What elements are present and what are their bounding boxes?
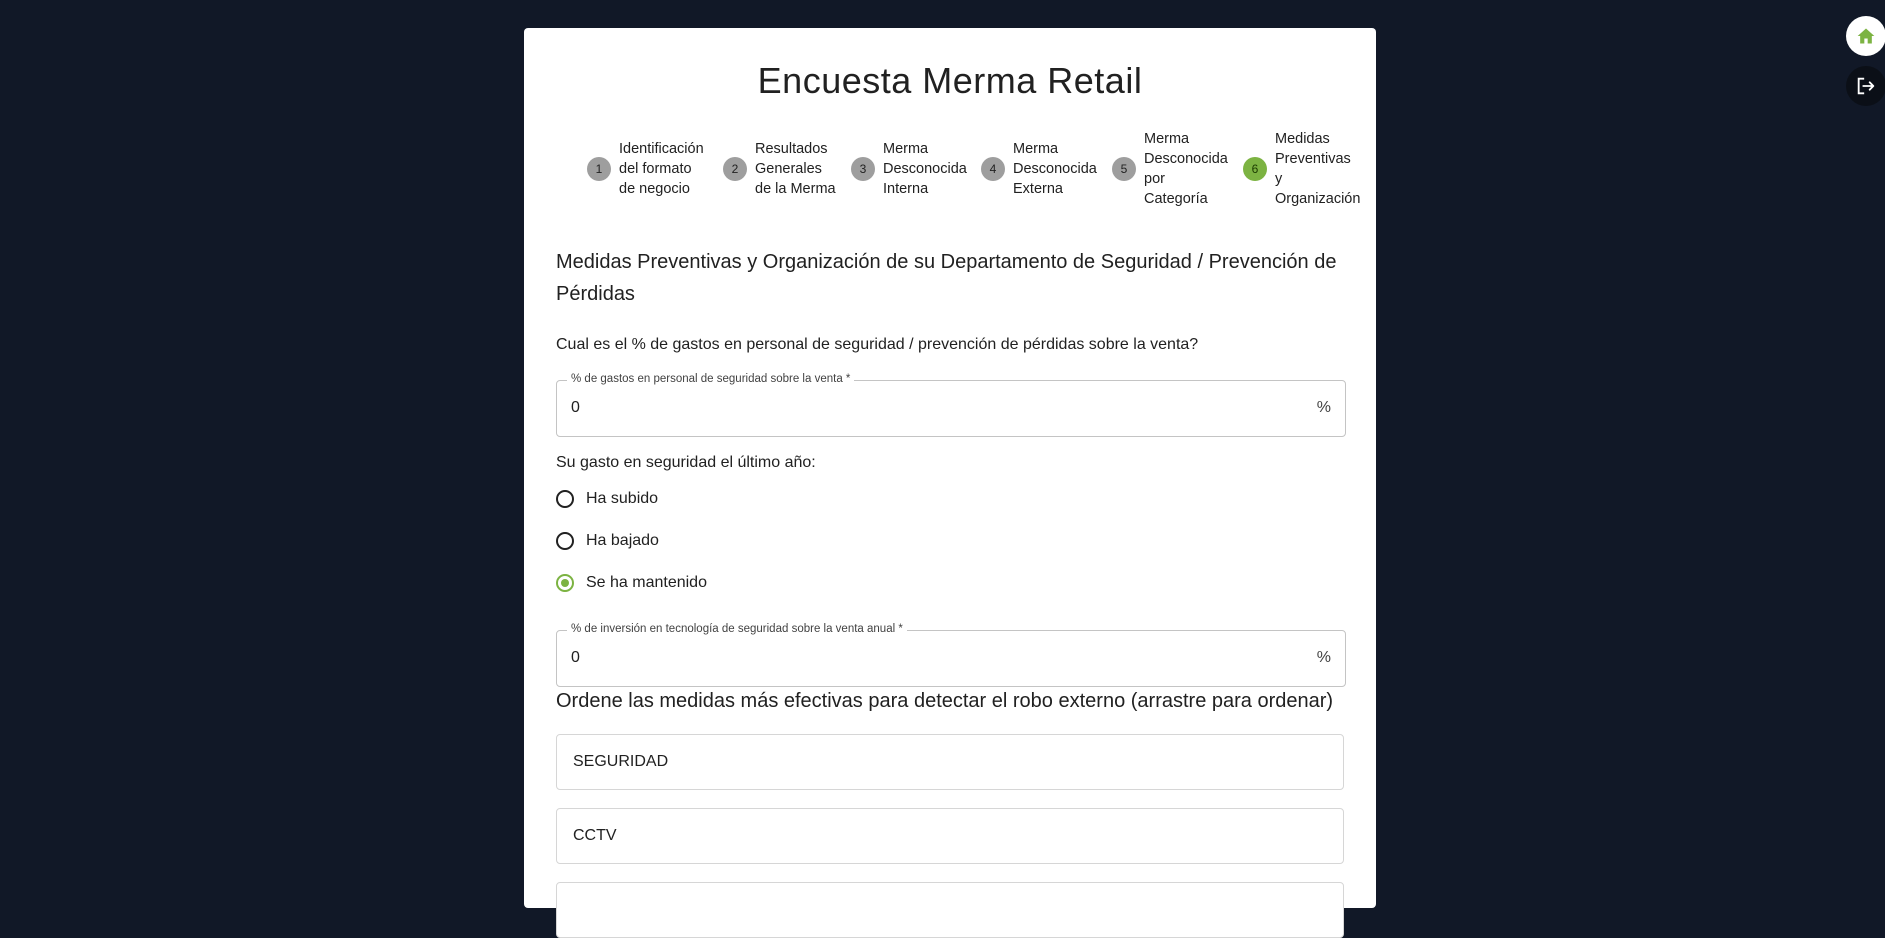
radio-button-checked[interactable] xyxy=(556,574,574,592)
sort-title: Ordene las medidas más efectivas para de… xyxy=(556,690,1334,712)
sortable-item-cctv[interactable]: CCTV xyxy=(556,808,1344,864)
field-value[interactable]: 0 xyxy=(571,649,580,667)
step-number: 2 xyxy=(723,157,747,181)
logout-icon xyxy=(1857,77,1875,95)
survey-card: Encuesta Merma Retail 1 Identificación d… xyxy=(524,28,1376,938)
field-value[interactable]: 0 xyxy=(571,399,580,417)
step-3[interactable]: 3 Merma Desconocida Interna xyxy=(851,138,967,200)
page-title: Encuesta Merma Retail xyxy=(757,60,1143,101)
step-label: Identificación del formato de negocio xyxy=(619,141,704,197)
home-icon xyxy=(1857,28,1875,44)
radio-label: Se ha mantenido xyxy=(586,574,707,591)
radio-label: Ha subido xyxy=(586,490,659,507)
sortable-item[interactable] xyxy=(556,882,1344,938)
section-title: Medidas Preventivas y Organización de su… xyxy=(556,251,1337,305)
radio-option-se-ha-mantenido[interactable]: Se ha mantenido xyxy=(556,574,707,592)
radio-option-ha-bajado[interactable]: Ha bajado xyxy=(556,532,659,550)
radio-label: Ha bajado xyxy=(586,532,659,549)
step-label: Medidas Preventivas y Organización xyxy=(1275,131,1361,207)
stepper: 1 Identificación del formato de negocio … xyxy=(564,131,1364,248)
sortable-item-seguridad[interactable]: SEGURIDAD xyxy=(556,734,1344,790)
percent-suffix: % xyxy=(1316,399,1331,416)
step-number: 3 xyxy=(851,157,875,181)
radio-option-ha-subido[interactable]: Ha subido xyxy=(556,490,658,508)
step-label: Merma Desconocida Externa xyxy=(1013,141,1097,197)
percent-suffix: % xyxy=(1316,649,1331,666)
step-6[interactable]: 6 Medidas Preventivas y Organización xyxy=(1243,128,1360,210)
home-button[interactable] xyxy=(1846,16,1885,56)
step-1[interactable]: 1 Identificación del formato de negocio xyxy=(587,138,704,200)
step-label: Merma Desconocida Interna xyxy=(883,141,967,197)
security-staff-spend-field[interactable]: % de gastos en personal de seguridad sob… xyxy=(556,373,1346,437)
radio-button[interactable] xyxy=(556,490,574,508)
step-number: 4 xyxy=(981,157,1005,181)
logout-button[interactable] xyxy=(1846,66,1885,106)
radio-button[interactable] xyxy=(556,532,574,550)
step-label: Resultados Generales de la Merma xyxy=(755,141,836,197)
question-security-staff-spend: Cual es el % de gastos en personal de se… xyxy=(556,336,1199,353)
field-label: % de gastos en personal de seguridad sob… xyxy=(567,373,855,385)
step-2[interactable]: 2 Resultados Generales de la Merma xyxy=(723,138,836,200)
step-label: Merma Desconocida por Categoría xyxy=(1144,131,1228,207)
question-security-spend-trend: Su gasto en seguridad el último año: xyxy=(556,454,816,471)
step-number: 1 xyxy=(587,157,611,181)
step-number: 5 xyxy=(1112,157,1136,181)
security-tech-investment-field[interactable]: % de inversión en tecnología de segurida… xyxy=(556,623,1346,687)
step-number: 6 xyxy=(1243,157,1267,181)
step-5[interactable]: 5 Merma Desconocida por Categoría xyxy=(1112,128,1228,210)
step-4[interactable]: 4 Merma Desconocida Externa xyxy=(981,138,1097,200)
field-label: % de inversión en tecnología de segurida… xyxy=(567,623,907,635)
